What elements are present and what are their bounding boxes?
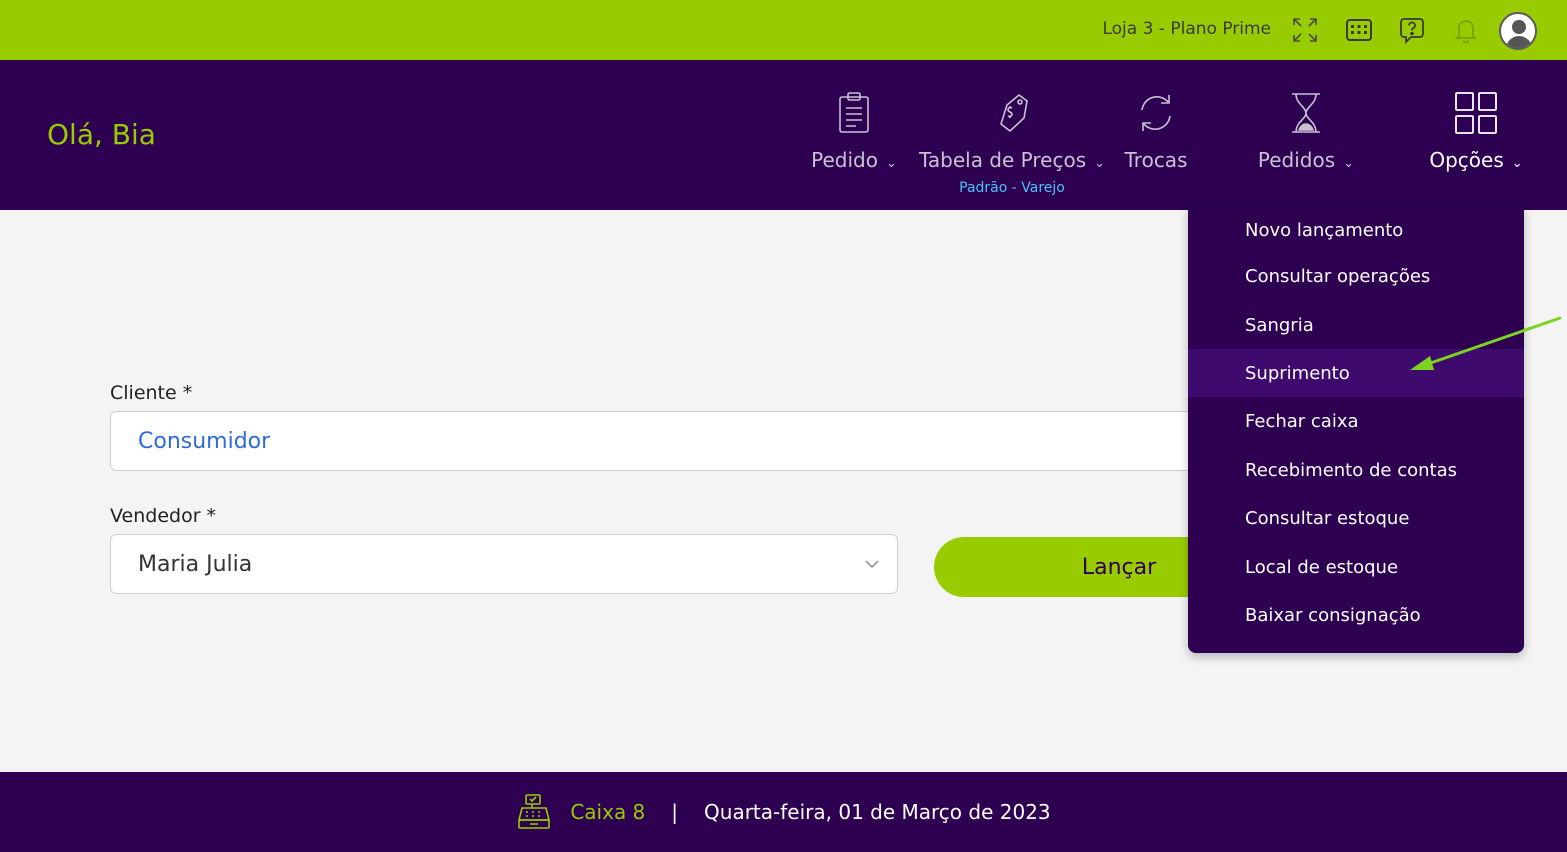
chevron-down-icon: ⌄	[1094, 156, 1106, 171]
options-dropdown-menu: Novo lançamento Consultar operações Sang…	[1188, 206, 1524, 653]
nav-opcoes[interactable]: Opções ⌄	[1426, 90, 1526, 172]
menu-item-novo-lancamento[interactable]: Novo lançamento	[1188, 206, 1524, 254]
footer-separator: |	[671, 800, 679, 824]
nav-tabela-precos[interactable]: Tabela de Preços ⌄ Padrão - Varejo	[918, 90, 1106, 196]
help-chat-icon[interactable]	[1395, 13, 1429, 47]
nav-pedidos[interactable]: Pedidos ⌄	[1253, 90, 1359, 172]
menu-item-local-estoque[interactable]: Local de estoque	[1188, 543, 1524, 591]
main-header: Olá, Bia Pedido ⌄ Tabela de Preços ⌄ Padrã…	[0, 60, 1567, 210]
seller-label: Vendedor *	[110, 505, 217, 527]
nav-trocas[interactable]: Trocas	[1118, 90, 1194, 172]
client-field[interactable]: Consumidor	[110, 411, 1354, 471]
nav-pedido[interactable]: Pedido ⌄	[808, 90, 900, 172]
chevron-down-icon: ⌄	[1343, 156, 1355, 171]
menu-item-baixar-consignacao[interactable]: Baixar consignação	[1188, 591, 1524, 639]
cash-register-icon	[518, 794, 551, 829]
menu-item-recebimento-contas[interactable]: Recebimento de contas	[1188, 446, 1524, 494]
price-tag-icon	[1000, 93, 1028, 133]
menu-item-consultar-operacoes[interactable]: Consultar operações	[1188, 252, 1524, 300]
client-label: Cliente *	[110, 382, 193, 404]
chevron-down-icon	[865, 560, 879, 569]
register-label: Caixa 8	[570, 800, 646, 824]
top-bar: Loja 3 - Plano Prime	[0, 0, 1567, 60]
menu-item-consultar-estoque[interactable]: Consultar estoque	[1188, 494, 1524, 542]
menu-item-suprimento[interactable]: Suprimento	[1188, 349, 1524, 397]
nav-trocas-label: Trocas	[1124, 148, 1188, 172]
menu-item-fechar-caixa[interactable]: Fechar caixa	[1188, 397, 1524, 445]
exchange-icon	[1141, 95, 1171, 131]
nav-pedido-label: Pedido	[811, 148, 878, 172]
store-plan-label: Loja 3 - Plano Prime	[1102, 19, 1271, 39]
nav-tabela-precos-label: Tabela de Preços	[918, 148, 1087, 172]
status-footer: Caixa 8 | Quarta-feira, 01 de Março de 2…	[0, 772, 1567, 852]
hourglass-icon	[1292, 93, 1320, 133]
fullscreen-icon[interactable]	[1288, 13, 1322, 47]
chevron-down-icon: ⌄	[885, 156, 897, 171]
nav-pedidos-label: Pedidos	[1257, 148, 1336, 172]
price-table-subtitle: Padrão - Varejo	[959, 180, 1065, 196]
chevron-down-icon: ⌄	[1511, 156, 1523, 171]
bell-icon[interactable]	[1449, 13, 1483, 47]
menu-item-sangria[interactable]: Sangria	[1188, 301, 1524, 349]
greeting-text: Olá, Bia	[47, 118, 156, 151]
clipboard-icon	[839, 92, 869, 133]
user-avatar[interactable]	[1499, 12, 1537, 50]
grid-icon	[1455, 92, 1497, 134]
seller-select[interactable]: Maria Julia	[110, 534, 898, 594]
keyboard-icon[interactable]	[1342, 13, 1376, 47]
nav-opcoes-label: Opções	[1429, 148, 1504, 172]
current-date: Quarta-feira, 01 de Março de 2023	[704, 800, 1051, 824]
seller-select-value: Maria Julia	[138, 551, 253, 577]
